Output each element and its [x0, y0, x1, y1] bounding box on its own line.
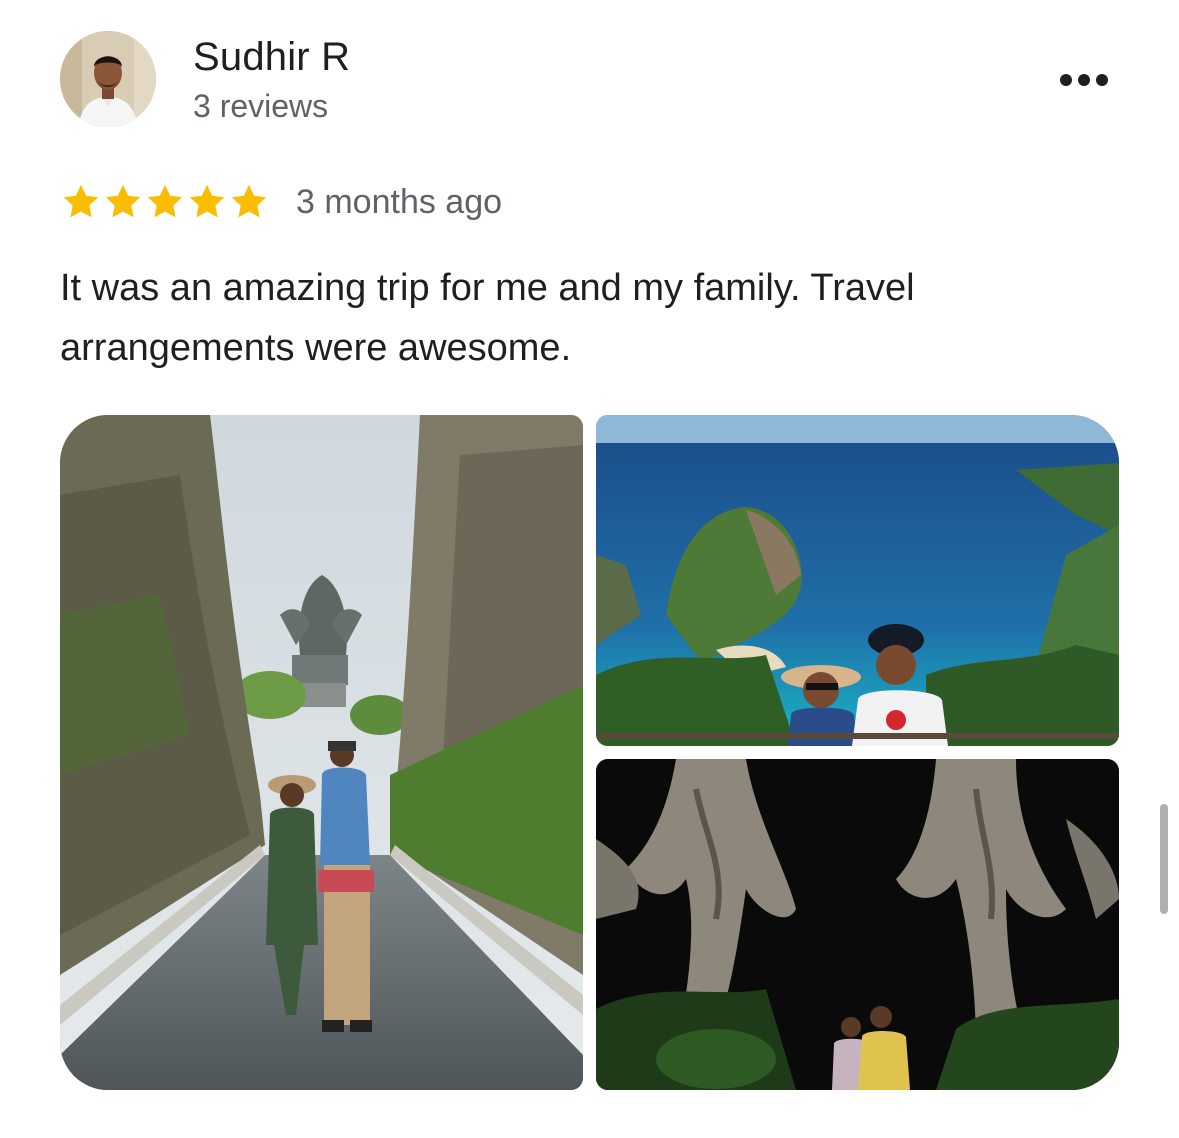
more-horizontal-icon — [1096, 74, 1108, 86]
more-options-button[interactable] — [1052, 60, 1116, 100]
photo-statue-canyon-couple[interactable] — [60, 415, 583, 1090]
star-icon — [147, 184, 183, 218]
photo-night-sculptures-couple[interactable] — [596, 759, 1119, 1090]
rating-row: 3 months ago — [60, 180, 502, 224]
review-text: It was an amazing trip for me and my fam… — [60, 267, 915, 369]
star-icon — [189, 184, 225, 218]
star-rating — [60, 181, 270, 223]
review-date: 3 months ago — [296, 182, 503, 221]
star-icon — [231, 184, 267, 218]
more-horizontal-icon — [1078, 74, 1090, 86]
photo-cliff-beach-couple[interactable] — [596, 415, 1119, 746]
more-horizontal-icon — [1060, 74, 1072, 86]
avatar[interactable] — [60, 31, 156, 127]
scrollbar[interactable] — [1160, 804, 1168, 914]
author-review-count: 3 reviews — [193, 88, 329, 124]
review-card: Sudhir R 3 reviews 3 months ago It was a… — [0, 0, 1179, 1138]
author-name[interactable]: Sudhir R — [193, 35, 350, 80]
star-icon — [63, 184, 99, 218]
star-icon — [105, 184, 141, 218]
